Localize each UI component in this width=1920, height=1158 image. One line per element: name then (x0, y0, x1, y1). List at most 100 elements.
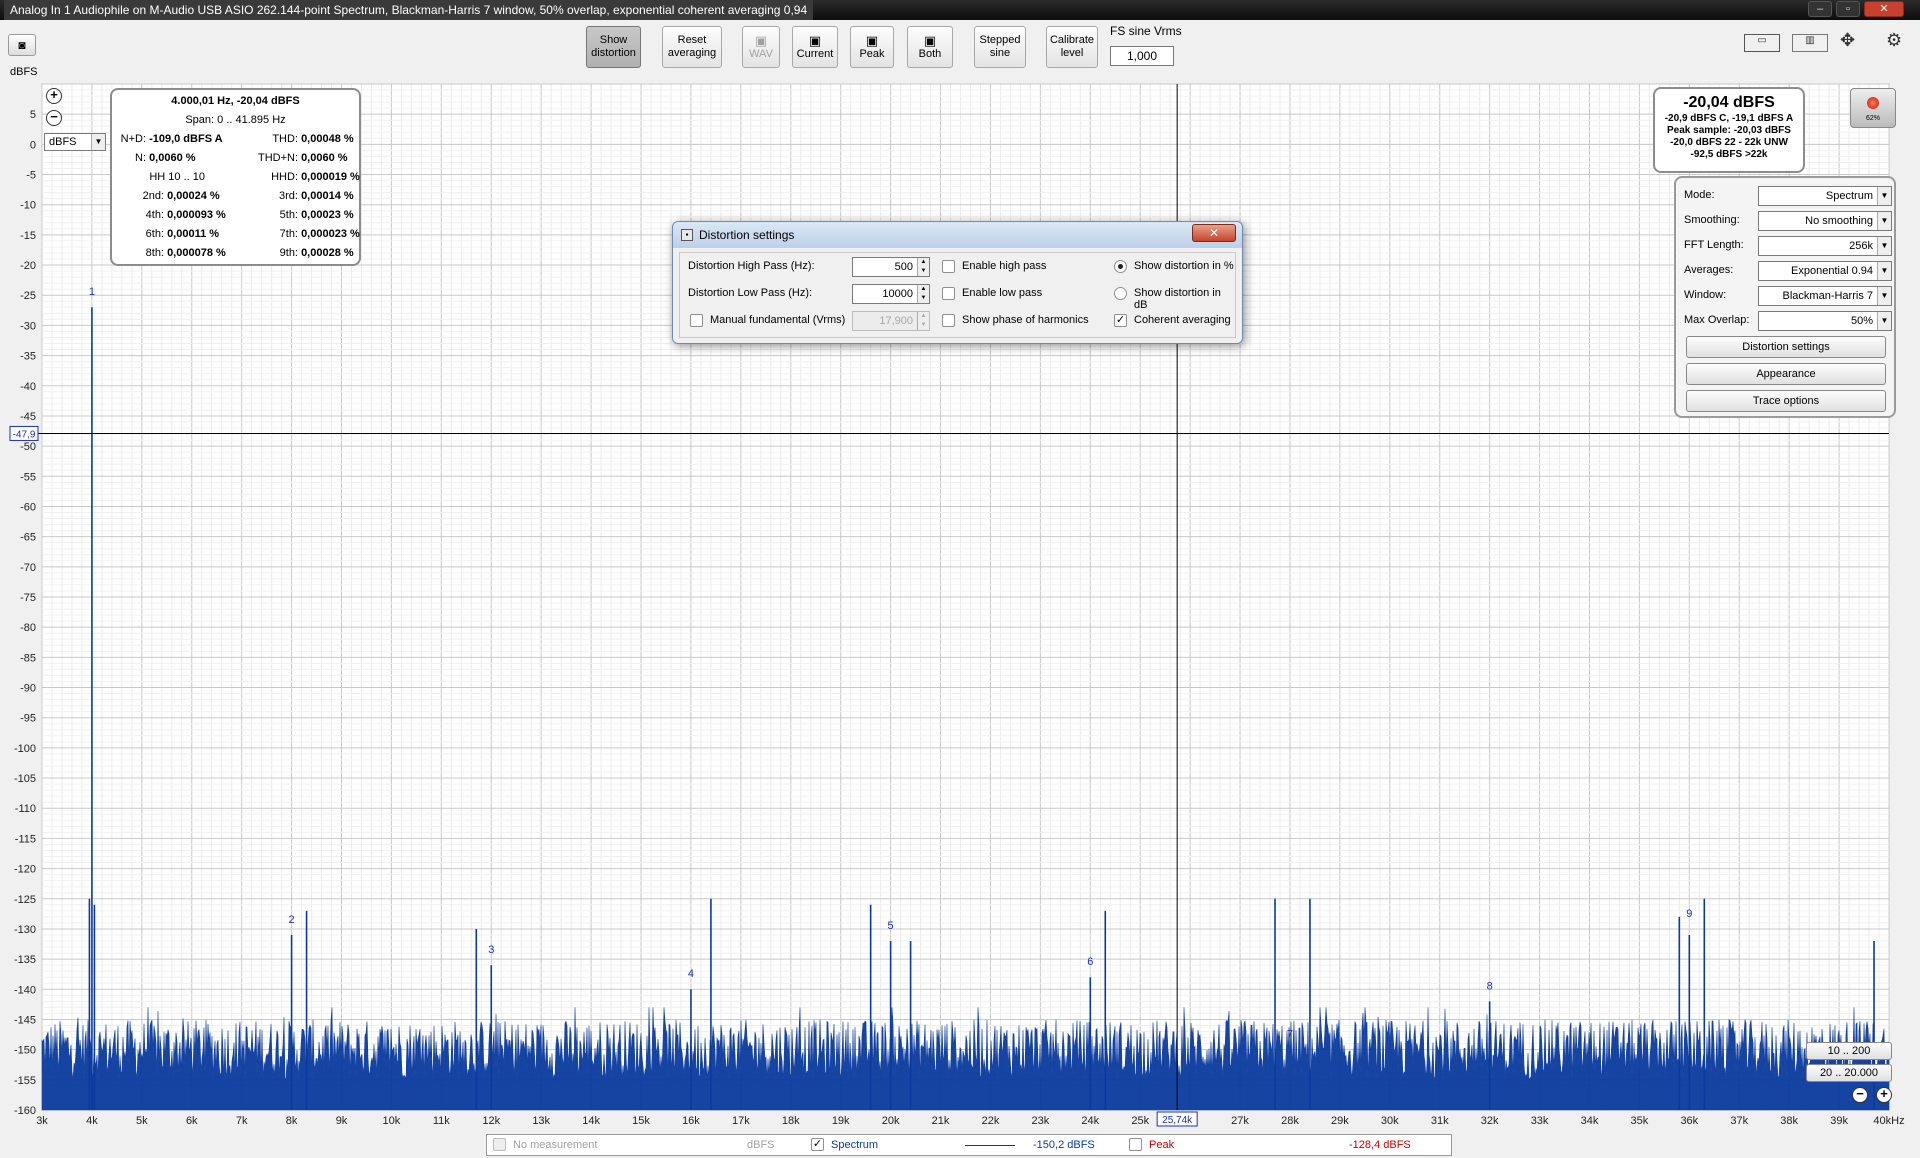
reset-averaging-button[interactable]: Reset averaging (662, 26, 722, 68)
x-tick-label: 23k (1032, 1115, 1050, 1127)
x-tick-label: 29k (1331, 1115, 1349, 1127)
harmonic-marker: 6 (1087, 956, 1093, 968)
max-overlap-row: Max Overlap: 50% ▼ (1684, 311, 1892, 331)
fs-sine-input[interactable]: 1,000 (1110, 46, 1174, 66)
harmonic-marker: 8 (1487, 980, 1493, 992)
record-button[interactable]: 62% (1850, 88, 1896, 128)
window-select[interactable]: Blackman-Harris 7 ▼ (1758, 286, 1892, 306)
show-phase-checkbox[interactable] (942, 314, 955, 327)
x-tick-label: 30k (1381, 1115, 1399, 1127)
x-tick-label: 34k (1581, 1115, 1599, 1127)
y-tick-label: -25 (20, 290, 36, 302)
y-tick-label: -45 (20, 411, 36, 423)
x-tick-label: 31k (1431, 1115, 1449, 1127)
smoothing-select[interactable]: No smoothing ▼ (1758, 211, 1892, 231)
peak-label: Peak (1149, 1139, 1175, 1151)
maximize-button[interactable]: ▫ (1836, 1, 1860, 17)
dialog-title-bar[interactable]: ▪ Distortion settings ✕ (673, 222, 1242, 248)
move-icon[interactable]: ✥ (1840, 30, 1855, 54)
spectrum-line-swatch (965, 1145, 1015, 1146)
x-tick-label: 28k (1281, 1115, 1299, 1127)
y-tick-label: -160 (14, 1105, 36, 1117)
cursor-y-label: -47,9 (13, 429, 36, 440)
level-meter-panel: -20,04 dBFS -20,9 dBFS C, -19,1 dBFS A P… (1653, 87, 1805, 173)
fs-sine-label: FS sine Vrms (1110, 24, 1182, 38)
x-tick-label: 13k (532, 1115, 550, 1127)
y-tick-label: -100 (14, 743, 36, 755)
camera-icon[interactable]: ◙ (8, 34, 36, 56)
spectrum-label: Spectrum (831, 1139, 879, 1151)
show-distortion-button[interactable]: Show distortion (586, 26, 641, 68)
level-unweighted: -20,0 dBFS 22 - 22k UNW (1670, 137, 1788, 148)
x-tick-label: 10k (383, 1115, 401, 1127)
chevron-down-icon: ▼ (91, 134, 105, 150)
spinner-arrows-icon[interactable]: ▲ ▼ (917, 258, 929, 276)
y-tick-label: -80 (20, 622, 36, 634)
y-tick-label: -110 (15, 803, 36, 815)
harmonic-marker: 3 (488, 944, 494, 956)
save-wav-button[interactable]: ▣ WAV (742, 26, 780, 68)
x-tick-label: 39k (1830, 1115, 1848, 1127)
zoom-out-icon[interactable]: − (46, 110, 62, 126)
window-title: Analog In 1 Audiophile on M-Audio USB AS… (4, 0, 814, 20)
spinner-arrows-icon[interactable]: ▲ ▼ (917, 285, 929, 303)
x-tick-label: 27k (1231, 1115, 1249, 1127)
calibrate-level-button[interactable]: Calibrate level (1046, 26, 1098, 68)
save-current-button[interactable]: ▣ Current (792, 26, 838, 68)
trace-options-button[interactable]: Trace options (1686, 390, 1886, 412)
max-overlap-select[interactable]: 50% ▼ (1758, 311, 1892, 331)
show-phase-label: Show phase of harmonics (962, 314, 1089, 326)
mode-select[interactable]: Spectrum ▼ (1758, 186, 1892, 206)
zoom-out-icon[interactable]: − (1852, 1087, 1868, 1103)
show-db-label: Show distortion in dB (1134, 287, 1221, 311)
low-pass-spinner[interactable]: 10000 ▲ ▼ (852, 284, 930, 304)
harmonic-marker: 5 (888, 920, 894, 932)
high-pass-spinner[interactable]: 500 ▲ ▼ (852, 257, 930, 277)
stepped-sine-button[interactable]: Stepped sine (974, 26, 1026, 68)
trace-legend: No measurement dBFS ✓ Spectrum -150,2 dB… (486, 1134, 1452, 1156)
manual-fundamental-label: Manual fundamental (Vrms) (710, 314, 846, 326)
y-tick-label: -90 (20, 683, 36, 695)
peak-checkbox[interactable] (1129, 1138, 1142, 1151)
columns-icon[interactable]: ▥ (1792, 34, 1828, 52)
window-row: Window: Blackman-Harris 7 ▼ (1684, 286, 1892, 306)
no-measurement-checkbox[interactable] (493, 1138, 506, 1151)
coherent-averaging-checkbox[interactable]: ✓ (1114, 314, 1127, 327)
unit-select[interactable]: dBFS ▼ (44, 133, 106, 151)
y-tick-label: 0 (30, 139, 36, 151)
enable-low-pass-checkbox[interactable] (942, 287, 955, 300)
toolbar: ◙ Show distortion Reset averaging ▣ WAV … (0, 20, 1920, 82)
no-measurement-unit: dBFS (747, 1139, 775, 1151)
harmonic-marker: 2 (289, 914, 295, 926)
distortion-settings-button[interactable]: Distortion settings (1686, 336, 1886, 358)
y-tick-label: -60 (20, 501, 36, 513)
span-readout: Span: 0 .. 41.895 Hz (185, 114, 286, 126)
spinner-arrows-icon[interactable]: ▲ ▼ (917, 312, 929, 330)
x-tick-label: 3k (36, 1115, 48, 1127)
minimize-button[interactable]: – (1808, 1, 1832, 17)
spectrum-checkbox[interactable]: ✓ (811, 1138, 824, 1151)
manual-fundamental-checkbox[interactable] (690, 314, 703, 327)
x-tick-label: 19k (832, 1115, 850, 1127)
x-tick-label: 24k (1081, 1115, 1099, 1127)
save-peak-button[interactable]: ▣ Peak (850, 26, 894, 68)
x-tick-label: 15k (632, 1115, 650, 1127)
close-button[interactable]: ✕ (1864, 1, 1904, 17)
range-20-20000-button[interactable]: 20 .. 20.000 (1806, 1064, 1892, 1082)
averages-select[interactable]: Exponential 0.94 ▼ (1758, 261, 1892, 281)
dialog-close-button[interactable]: ✕ (1192, 224, 1236, 242)
x-tick-label: 11k (433, 1115, 450, 1127)
show-percent-radio[interactable] (1114, 260, 1127, 273)
show-db-radio[interactable] (1114, 287, 1127, 300)
appearance-button[interactable]: Appearance (1686, 363, 1886, 385)
fft-length-select[interactable]: 256k ▼ (1758, 236, 1892, 256)
layout-icon[interactable]: ▭ (1744, 34, 1780, 52)
range-10-200-button[interactable]: 10 .. 200 (1806, 1042, 1892, 1060)
enable-high-pass-checkbox[interactable] (942, 260, 955, 273)
manual-fundamental-spinner[interactable]: 17,900 ▲ ▼ (852, 311, 930, 331)
zoom-in-icon[interactable]: + (1876, 1087, 1892, 1103)
save-both-button[interactable]: ▣ Both (907, 26, 953, 68)
gear-icon[interactable]: ⚙ (1886, 30, 1902, 54)
zoom-in-icon[interactable]: + (46, 88, 62, 104)
y-tick-label: -135 (14, 954, 36, 966)
